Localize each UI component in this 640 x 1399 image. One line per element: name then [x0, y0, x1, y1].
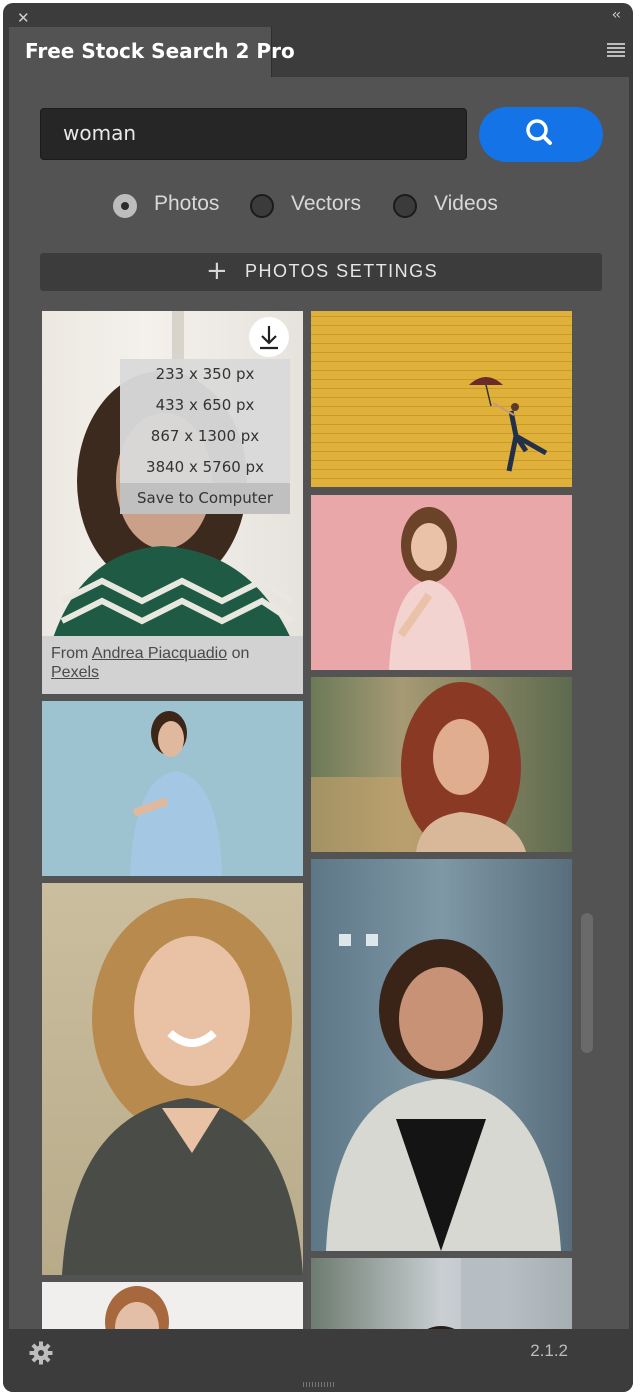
photo-image: [389, 507, 471, 670]
photo-image: [130, 711, 222, 876]
size-option[interactable]: 233 x 350 px: [120, 359, 290, 390]
search-icon: [526, 119, 552, 145]
resize-grip[interactable]: [303, 1382, 335, 1387]
scrollbar-thumb[interactable]: [581, 913, 593, 1053]
credit-on: on: [231, 645, 250, 662]
tab-bar: Free Stock Search 2 Pro: [9, 27, 629, 77]
source-link[interactable]: Pexels: [51, 664, 99, 681]
download-icon: [260, 326, 278, 350]
photo-image: [62, 898, 303, 1275]
photo-result[interactable]: [42, 701, 303, 876]
size-option[interactable]: 433 x 650 px: [120, 390, 290, 421]
panel-tab[interactable]: Free Stock Search 2 Pro: [9, 27, 295, 77]
photo-image: [105, 1286, 169, 1329]
photos-settings-toggle[interactable]: + PHOTOS SETTINGS: [40, 253, 602, 291]
radio-videos-indicator: [393, 194, 417, 218]
photo-result[interactable]: [311, 1258, 572, 1329]
version-label: 2.1.2: [530, 1341, 568, 1360]
media-type-group: Photos Vectors Videos: [9, 192, 629, 222]
photo-result[interactable]: 233 x 350 px 433 x 650 px 867 x 1300 px …: [42, 311, 303, 694]
photo-credit: From Andrea Piacquadio on Pexels: [42, 636, 303, 694]
panel-body: woman Photos Vectors Videos + PHOTOS SET…: [9, 77, 629, 1329]
collapse-icon[interactable]: ‹‹: [612, 7, 621, 23]
photo-result[interactable]: [311, 311, 572, 487]
size-option[interactable]: 3840 x 5760 px: [120, 452, 290, 483]
photo-result[interactable]: [311, 859, 572, 1251]
save-to-computer-option[interactable]: Save to Computer: [120, 483, 290, 514]
radio-photos-label: Photos: [154, 192, 220, 215]
radio-vectors-label: Vectors: [291, 192, 362, 215]
photos-settings-label: PHOTOS SETTINGS: [245, 261, 439, 281]
credit-prefix: From: [51, 645, 89, 662]
photo-image: [326, 934, 561, 1251]
plus-icon: +: [206, 256, 228, 286]
radio-vectors-indicator: [250, 194, 274, 218]
photo-image: [311, 682, 526, 852]
photo-image: [469, 377, 548, 472]
panel-title: Free Stock Search 2 Pro: [25, 39, 295, 63]
panel-menu-icon[interactable]: [607, 43, 625, 57]
photo-image: [427, 1258, 501, 1329]
close-icon[interactable]: ✕: [17, 9, 30, 27]
search-input[interactable]: woman: [40, 108, 467, 160]
author-link[interactable]: Andrea Piacquadio: [92, 645, 227, 662]
panel-footer: 2.1.2: [3, 1329, 633, 1392]
photo-result[interactable]: [311, 677, 572, 852]
download-button[interactable]: [249, 317, 289, 357]
panel-window: ✕ ‹‹ Free Stock Search 2 Pro woman Photo…: [3, 3, 633, 1392]
download-size-menu: 233 x 350 px 433 x 650 px 867 x 1300 px …: [120, 359, 290, 514]
radio-photos-indicator: [113, 194, 137, 218]
search-button[interactable]: [479, 107, 603, 162]
radio-videos-label: Videos: [434, 192, 498, 215]
gear-icon[interactable]: [29, 1341, 53, 1365]
photo-result[interactable]: [42, 1282, 303, 1329]
size-option[interactable]: 867 x 1300 px: [120, 421, 290, 452]
photo-result[interactable]: [311, 495, 572, 670]
photo-result[interactable]: [42, 883, 303, 1275]
